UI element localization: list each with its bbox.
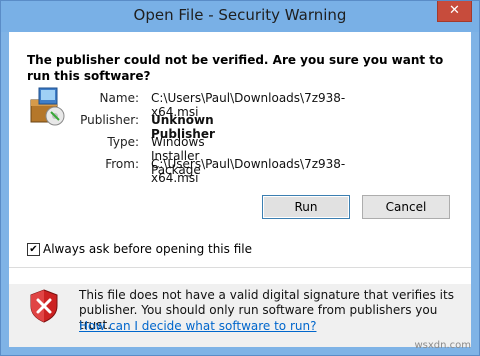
publisher-label: Publisher: [80, 113, 139, 127]
close-icon: ✕ [449, 3, 460, 18]
help-link[interactable]: How can I decide what software to run? [79, 319, 316, 333]
from-value: C:\Users\Paul\Downloads\7z938-x64.msi [151, 157, 346, 185]
name-label: Name: [99, 91, 139, 105]
installer-package-icon [30, 87, 65, 126]
dialog-body: The publisher could not be verified. Are… [9, 32, 471, 347]
always-ask-checkbox[interactable]: ✔ [27, 243, 40, 256]
security-shield-icon [30, 289, 58, 323]
cancel-button[interactable]: Cancel [362, 195, 450, 219]
verification-question: The publisher could not be verified. Are… [27, 53, 444, 83]
title-bar[interactable]: Open File - Security Warning ✕ [1, 1, 479, 32]
from-label: From: [105, 157, 139, 171]
run-button[interactable]: Run [262, 195, 350, 219]
type-label: Type: [107, 135, 139, 149]
details-panel: The publisher could not be verified. Are… [9, 32, 471, 284]
dialog-window: Open File - Security Warning ✕ The publi… [0, 0, 480, 356]
dialog-title: Open File - Security Warning [133, 6, 347, 24]
watermark: wsxdn.com [414, 340, 471, 351]
divider [9, 267, 471, 268]
always-ask-label[interactable]: Always ask before opening this file [43, 242, 252, 256]
close-button[interactable]: ✕ [437, 1, 472, 22]
